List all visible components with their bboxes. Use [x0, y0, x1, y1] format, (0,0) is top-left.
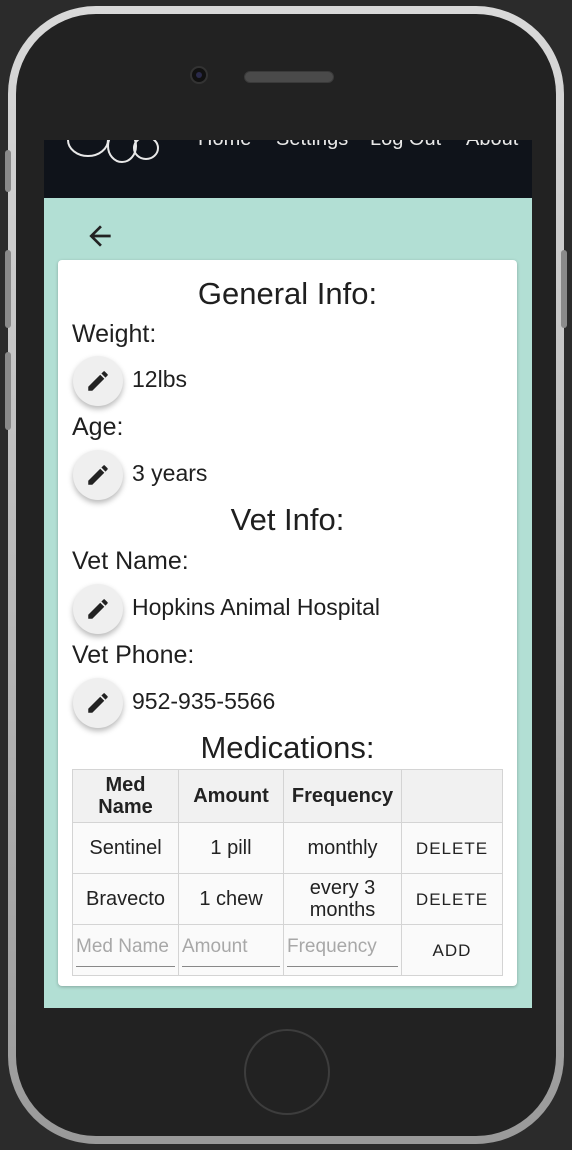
nav-settings-link[interactable]: Settings — [276, 140, 348, 151]
nav-home-link[interactable]: Home — [198, 140, 251, 151]
general-info-heading: General Info: — [197, 276, 378, 311]
vet-phone-value: 952-935-5566 — [132, 688, 276, 714]
app-screen: Home Settings Log Out About General Info… — [44, 140, 532, 1008]
new-frequency-cell — [283, 924, 402, 976]
medications-heading: Medications: — [200, 730, 375, 765]
column-header-med-name: Med Name — [72, 769, 179, 823]
new-amount-cell — [178, 924, 284, 976]
edit-vet-name-button[interactable] — [73, 584, 123, 634]
table-header-row: Med Name Amount Frequency — [72, 769, 503, 823]
column-header-frequency: Frequency — [283, 769, 402, 823]
column-header-amount: Amount — [178, 769, 284, 823]
weight-value: 12lbs — [132, 366, 187, 392]
pet-info-card: General Info: Weight: 12lbs Age: 3 years… — [58, 260, 517, 986]
add-cell: ADD — [401, 924, 503, 976]
frequency-cell: every 3 months — [283, 873, 402, 925]
volume-down-button — [5, 352, 11, 430]
table-row: Sentinel 1 pill monthly DELETE — [72, 822, 503, 874]
vet-name-label: Vet Name: — [72, 547, 189, 575]
edit-age-button[interactable] — [73, 450, 123, 500]
silent-switch — [5, 150, 11, 192]
table-row: Bravecto 1 chew every 3 months DELETE — [72, 873, 503, 925]
delete-button[interactable]: DELETE — [416, 839, 488, 858]
nav-about-link[interactable]: About — [466, 140, 518, 151]
edit-vet-phone-button[interactable] — [73, 678, 123, 728]
vet-name-value: Hopkins Animal Hospital — [132, 594, 381, 620]
new-medication-row: ADD — [72, 924, 503, 976]
vet-info-heading: Vet Info: — [230, 502, 345, 537]
back-button[interactable] — [84, 220, 116, 252]
speaker-grille — [244, 71, 334, 83]
top-navbar: Home Settings Log Out About — [44, 140, 532, 198]
pencil-icon — [88, 465, 108, 485]
amount-cell: 1 chew — [178, 873, 284, 925]
amount-input[interactable] — [182, 933, 280, 967]
medications-table: Med Name Amount Frequency Sentinel 1 pil… — [72, 769, 503, 976]
frequency-input[interactable] — [287, 933, 398, 967]
front-camera — [190, 66, 208, 84]
delete-cell: DELETE — [401, 873, 503, 925]
pencil-icon — [88, 599, 108, 619]
vet-phone-label: Vet Phone: — [72, 641, 195, 669]
edit-weight-button[interactable] — [73, 356, 123, 406]
new-med-name-cell — [72, 924, 179, 976]
delete-cell: DELETE — [401, 822, 503, 874]
volume-up-button — [5, 250, 11, 328]
add-medication-button[interactable]: ADD — [433, 941, 472, 960]
home-button[interactable] — [244, 1029, 330, 1115]
paw-logo-icon — [67, 140, 159, 163]
frequency-cell: monthly — [283, 822, 402, 874]
med-name-cell: Sentinel — [72, 822, 179, 874]
med-name-cell: Bravecto — [72, 873, 179, 925]
power-button — [561, 250, 567, 328]
delete-button[interactable]: DELETE — [416, 890, 488, 909]
weight-label: Weight: — [72, 320, 157, 348]
column-header-actions — [401, 769, 503, 823]
pencil-icon — [88, 371, 108, 391]
pencil-icon — [88, 693, 108, 713]
age-label: Age: — [72, 413, 124, 441]
age-value: 3 years — [132, 460, 208, 486]
med-name-input[interactable] — [76, 933, 175, 967]
arrow-back-icon — [89, 225, 111, 247]
nav-logout-link[interactable]: Log Out — [370, 140, 441, 151]
amount-cell: 1 pill — [178, 822, 284, 874]
